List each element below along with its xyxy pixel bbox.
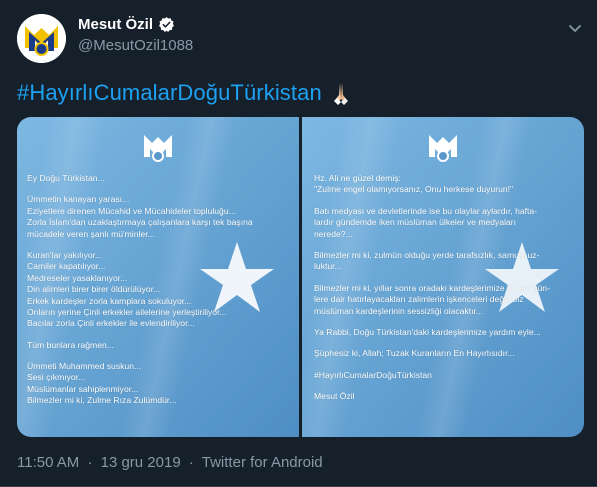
text-line: #HayırlıCumalarDoğuTürkistan [314, 369, 432, 380]
text-line: Medreseler yasaklanıyor... [27, 272, 128, 283]
text-line: nerede?... [314, 228, 353, 239]
text-line [314, 338, 550, 348]
text-line: Bilmezler mi ki, zulmün olduğu yerde tar… [314, 249, 540, 260]
text-line: Zorla İslam'dan uzaklaştırmaya çalışanla… [27, 217, 253, 228]
text-line: müslüman kardeşlerinin sessizliği olacak… [314, 305, 484, 316]
text-line: Tüm bunlara rağmen... [27, 339, 114, 350]
text-line: Ya Rabbi, Doğu Türkistan'daki kardeşleri… [314, 326, 541, 337]
text-line [27, 330, 253, 340]
text-line: Eziyetlere direnen Mücahid ve Mücahidele… [27, 205, 236, 216]
text-line: Erkek kardeşler zorla kamplara sokuluyor… [27, 295, 192, 306]
text-line: Batı medyası ve devletlerinde ise bu ola… [314, 205, 538, 216]
avatar[interactable] [17, 14, 66, 63]
text-line: Kuran'lar yakılıyor... [27, 249, 103, 260]
tweet-text: #HayırlıCumalarDoğuTürkistan [17, 80, 354, 106]
text-line [27, 351, 253, 361]
text-line: Bilmezler mi ki, yıllar sonra oradaki ka… [314, 282, 550, 293]
tweet-source[interactable]: Twitter for Android [202, 454, 323, 471]
text-line: Müslümanlar sahiplenmiyor... [27, 383, 139, 394]
separator: · [87, 454, 93, 471]
text-line: mücadele veren şanlı mü'minler... [27, 228, 155, 239]
text-line: Camiler kapatılıyor... [27, 261, 106, 272]
text-line [314, 273, 550, 283]
text-line: Ümmetin kanayan yarası... [27, 194, 130, 205]
author-name[interactable]: Mesut Özil [78, 16, 153, 33]
text-line: Ümmeti Muhammed suskun... [27, 361, 142, 372]
text-line: lardır gündemde iken müslüman ülkeler ve… [314, 217, 517, 228]
text-line [314, 360, 550, 370]
text-line [314, 240, 550, 250]
text-line: lere dair hatırlayacakları zalimlerin iş… [314, 294, 524, 305]
text-line: Mesut Özil [314, 391, 355, 402]
text-line [27, 240, 253, 250]
text-line: Ey Doğu Türkistan... [27, 173, 105, 183]
text-line: "Zulme engel olamıyorsanız, Onu herkese … [314, 184, 514, 195]
text-line: Sesi çıkmıyor... [27, 372, 86, 383]
text-line: luktur... [314, 261, 342, 272]
text-line: Din alimleri birer birer öldürülüyor... [27, 284, 161, 295]
tweet-meta: 11:50 AM · 13 gru 2019 · Twitter for And… [17, 454, 327, 471]
left-panel-text: Ey Doğu Türkistan... Ümmetin kanayan yar… [27, 173, 253, 407]
tweet-time[interactable]: 11:50 AM [17, 454, 79, 471]
verified-badge-icon [159, 17, 174, 32]
image-right[interactable]: Hz. Ali ne güzel demiş: "Zulme engel ola… [302, 117, 584, 437]
separator: · [188, 454, 194, 471]
text-line [314, 381, 550, 391]
text-line: Onların yerine Çinli erkekler ailelerine… [27, 306, 227, 317]
author-name-row[interactable]: Mesut Özil [78, 16, 175, 33]
chevron-down-icon[interactable] [565, 18, 585, 38]
m10-logo-icon [17, 14, 66, 63]
author-handle[interactable]: @MesutOzil1088 [78, 37, 193, 54]
text-line [27, 184, 253, 194]
text-line [314, 317, 550, 327]
hashtag-link[interactable]: #HayırlıCumalarDoğuTürkistan [17, 80, 322, 106]
text-line: Hz. Ali ne güzel demiş: [314, 173, 401, 183]
text-line: Bacılar zorla Çinli erkekler ile evlendi… [27, 318, 195, 329]
praying-hands-icon [333, 83, 348, 105]
media-grid[interactable]: Ey Doğu Türkistan... Ümmetin kanayan yar… [17, 117, 584, 437]
right-panel-text: Hz. Ali ne güzel demiş: "Zulme engel ola… [314, 173, 550, 402]
text-line: Şüphesiz ki, Allah; Tuzak Kuranların En … [314, 348, 515, 359]
text-line: Bilmezler mi ki, Zulme Rıza Zulümdür... [27, 395, 177, 406]
text-line [314, 196, 550, 206]
image-left[interactable]: Ey Doğu Türkistan... Ümmetin kanayan yar… [17, 117, 299, 437]
tweet-date[interactable]: 13 gru 2019 [101, 454, 181, 471]
